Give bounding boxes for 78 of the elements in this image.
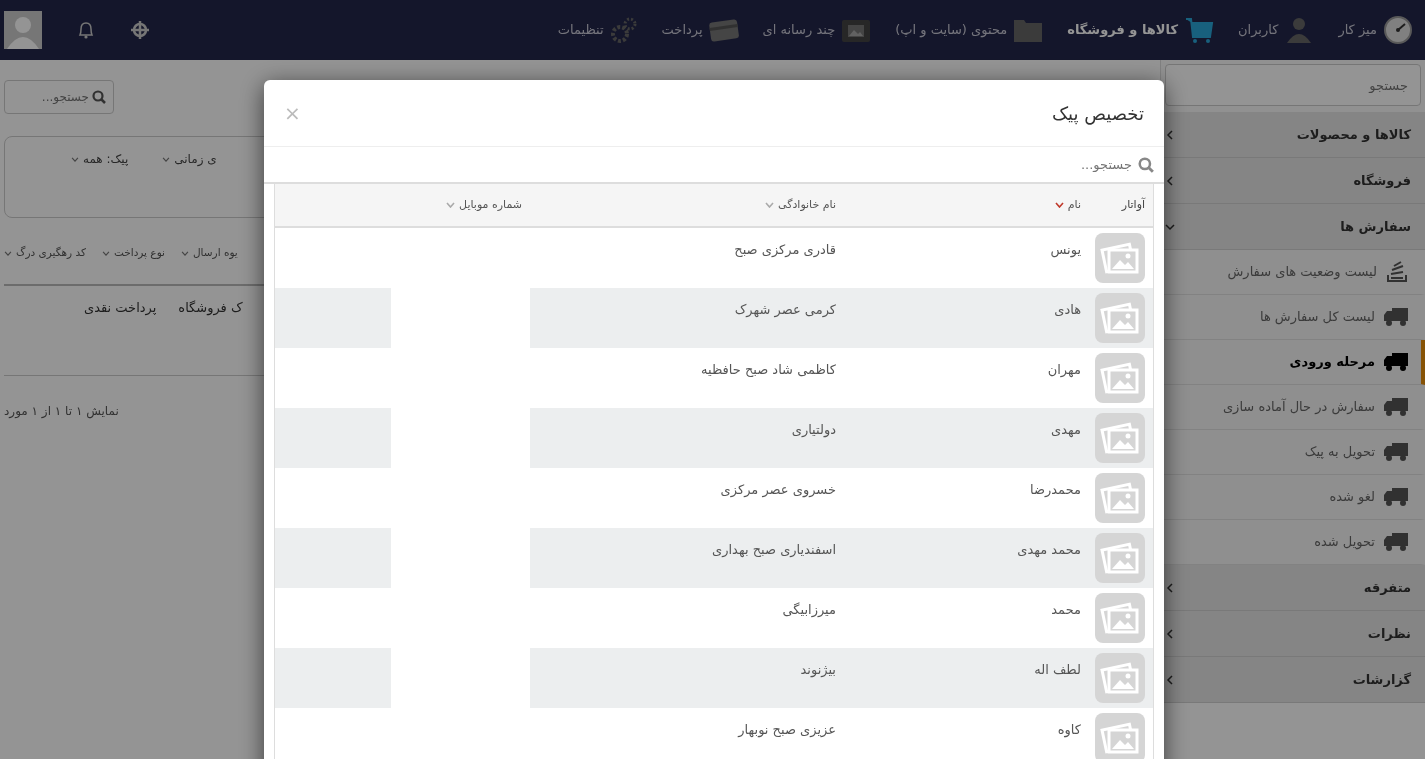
bell-icon[interactable] bbox=[76, 20, 96, 40]
photo-icon bbox=[841, 17, 872, 43]
nav-item[interactable]: محتوی (سایت و اپ) bbox=[883, 17, 1056, 43]
truck-icon bbox=[1383, 352, 1409, 372]
truck-icon bbox=[1383, 487, 1409, 507]
column-header[interactable]: نوع پرداخت bbox=[113, 245, 165, 261]
table-cell-text: هادی bbox=[1054, 301, 1081, 319]
image-placeholder-icon bbox=[1095, 293, 1145, 343]
table-cell-text: کرمی عصر شهرک bbox=[734, 301, 836, 320]
chevron-down-icon bbox=[181, 250, 189, 256]
search-icon bbox=[1138, 156, 1154, 173]
search-field[interactable]: جستجو bbox=[1165, 64, 1421, 106]
nav-item[interactable]: کاربران bbox=[1226, 15, 1327, 45]
cart-icon bbox=[1184, 15, 1214, 45]
sidebar-section[interactable]: فروشگاه bbox=[1161, 158, 1425, 204]
credit-card-icon bbox=[708, 18, 739, 42]
gauge-icon bbox=[1383, 15, 1413, 45]
table-cell-text: بیژنوند bbox=[800, 661, 836, 680]
gears-icon bbox=[609, 16, 638, 44]
table-cell-text: پرداخت نقدی bbox=[84, 299, 157, 318]
crosshair-icon[interactable] bbox=[130, 20, 150, 40]
chevron-down-icon bbox=[71, 156, 79, 162]
truck-icon bbox=[1383, 307, 1409, 327]
sidebar-section[interactable]: کالاها و محصولات bbox=[1161, 112, 1425, 158]
table-cell-text: کاوه bbox=[1057, 721, 1081, 740]
column-header: آواتار bbox=[1121, 196, 1145, 213]
image-placeholder-icon bbox=[1095, 533, 1145, 583]
column-header[interactable]: کد رهگیری درگ bbox=[16, 245, 86, 261]
chevron-down-icon bbox=[4, 250, 12, 256]
pagination-info: نمایش ۱ تا ۱ از ۱ مورد bbox=[4, 403, 119, 420]
nav-item[interactable]: چند رسانه ای bbox=[750, 17, 884, 43]
filter-dropdown[interactable]: ی زمانی bbox=[174, 150, 217, 168]
image-placeholder-icon bbox=[1095, 413, 1145, 463]
image-placeholder-icon bbox=[1095, 653, 1145, 703]
column-header[interactable]: یوه ارسال bbox=[193, 245, 238, 261]
image-placeholder-icon bbox=[1095, 473, 1145, 523]
table-cell-text: یونس bbox=[1050, 241, 1081, 260]
nav-item[interactable]: تنظیمات bbox=[545, 16, 650, 44]
image-placeholder-icon bbox=[1095, 593, 1145, 643]
truck-icon bbox=[1383, 532, 1409, 552]
image-placeholder-icon bbox=[1095, 233, 1145, 283]
search-icon bbox=[92, 90, 106, 104]
sidebar-section[interactable]: سفارش ها bbox=[1161, 204, 1425, 250]
stack-icon bbox=[1385, 261, 1409, 283]
table-cell-text: قادری مرکزی صبح bbox=[734, 241, 836, 260]
folder-icon bbox=[1013, 17, 1044, 43]
table-cell-text: عزیزی صبح نوبهار bbox=[738, 721, 836, 740]
column-header[interactable]: نام خانوادگی bbox=[778, 196, 836, 214]
table-cell-text: اسفندیاری صبح بهداری bbox=[712, 541, 836, 560]
table-cell-text: خسروی عصر مرکزی bbox=[720, 481, 836, 500]
table-cell-text: میرزابیگی bbox=[782, 601, 836, 620]
chevron-down-icon bbox=[101, 250, 110, 256]
table-cell-text: مهدی bbox=[1051, 421, 1081, 440]
sidebar-section[interactable]: نظرات bbox=[1161, 611, 1425, 657]
nav-item[interactable]: پرداخت bbox=[649, 18, 751, 42]
nav-item[interactable]: میز کار bbox=[1326, 15, 1425, 45]
table-cell-text: مهران bbox=[1047, 361, 1081, 380]
table-cell-text: محمدرضا bbox=[1030, 481, 1081, 499]
truck-icon bbox=[1383, 397, 1409, 417]
sidebar-section[interactable]: متفرقه bbox=[1161, 565, 1425, 611]
table-cell-text: ک فروشگاه bbox=[178, 299, 243, 318]
column-header[interactable]: شماره موبایل bbox=[459, 196, 522, 214]
table-cell-text: کاظمی شاد صبح حافظیه bbox=[701, 361, 836, 379]
modal-title: تخصیص پیک bbox=[1052, 101, 1144, 127]
caret-icon[interactable] bbox=[1054, 202, 1064, 208]
table-cell-text: محمد مهدی bbox=[1017, 541, 1081, 560]
table-cell-text: دولتیاری bbox=[791, 421, 836, 440]
chevron-down-icon bbox=[162, 156, 171, 162]
nav-item[interactable]: کالاها و فروشگاه bbox=[1055, 15, 1226, 45]
sidebar-item[interactable]: مرحله ورودی bbox=[1161, 340, 1425, 385]
search-field[interactable]: جستجو... bbox=[4, 80, 114, 114]
table-cell-text: محمد bbox=[1051, 601, 1081, 619]
filter-dropdown[interactable]: پیک: همه bbox=[83, 150, 129, 168]
sidebar-section[interactable]: گزارشات bbox=[1161, 657, 1425, 703]
column-header[interactable]: نام bbox=[1067, 196, 1081, 214]
image-placeholder-icon bbox=[1095, 353, 1145, 403]
table-cell-text: لطف اله bbox=[1034, 661, 1081, 679]
truck-icon bbox=[1383, 442, 1409, 462]
